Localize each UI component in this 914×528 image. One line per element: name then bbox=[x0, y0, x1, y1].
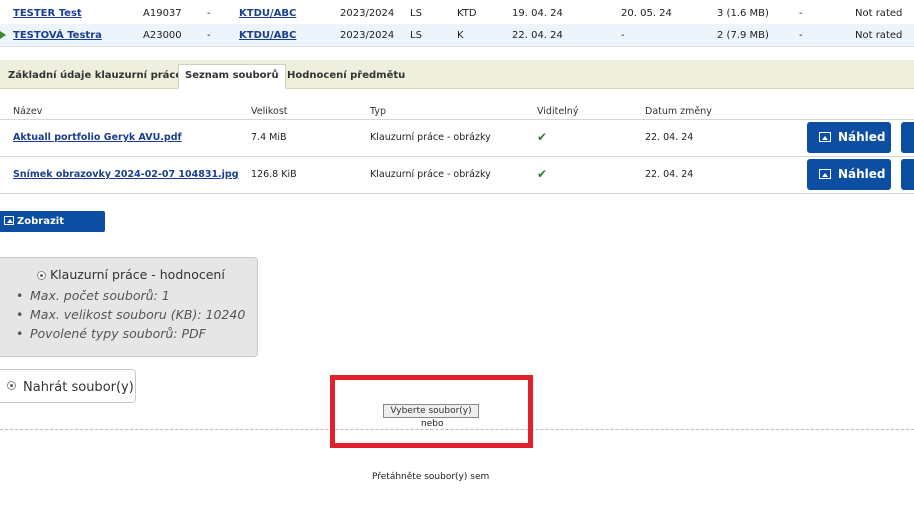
more-button[interactable] bbox=[901, 159, 914, 190]
upload-rules-box: Klauzurní práce - hodnocení Max. počet s… bbox=[0, 257, 258, 357]
rating-status: Not rated bbox=[855, 8, 903, 19]
rating-status: Not rated bbox=[855, 30, 903, 41]
subject-link[interactable]: KTDU/ABC bbox=[239, 8, 296, 19]
student-row-selected[interactable]: TESTOVÁ Testra A23000 - KTDU/ABC 2023/20… bbox=[0, 24, 914, 47]
rules-title: Klauzurní práce - hodnocení bbox=[37, 267, 225, 282]
show-images-button[interactable]: Zobrazit obrázky bbox=[0, 211, 105, 248]
file-date: 22. 04. 24 bbox=[645, 169, 694, 180]
upload-files-button[interactable]: Nahrát soubor(y) bbox=[0, 369, 136, 403]
image-icon bbox=[4, 215, 14, 225]
tab-basic-info[interactable]: Základní údaje klauzurní práce bbox=[2, 65, 188, 87]
file-type: Klauzurní práce - obrázky bbox=[370, 169, 491, 180]
divider bbox=[0, 156, 914, 157]
tab-file-list[interactable]: Seznam souborů bbox=[178, 64, 286, 89]
radio-icon bbox=[7, 381, 16, 390]
preview-button-label: Náhled bbox=[838, 130, 886, 144]
file-name-link[interactable]: Snímek obrazovky 2024-02-07 104831.jpg bbox=[13, 169, 239, 180]
semester: LS bbox=[410, 8, 422, 19]
student-name-link[interactable]: TESTOVÁ Testra bbox=[13, 30, 102, 41]
rules-title-text: Klauzurní práce - hodnocení bbox=[49, 267, 225, 282]
date-modified: 20. 05. 24 bbox=[621, 8, 672, 19]
dash-cell: - bbox=[207, 8, 211, 19]
file-count: 3 (1.6 MB) bbox=[717, 8, 769, 19]
rule-allowed-types: Povolené typy souborů: PDF bbox=[16, 326, 206, 341]
student-id: A19037 bbox=[143, 8, 182, 19]
date-modified: - bbox=[621, 30, 625, 41]
divider bbox=[0, 119, 914, 120]
highlight-box bbox=[330, 375, 533, 448]
tab-course-evaluation[interactable]: Hodnocení předmětu bbox=[281, 65, 411, 87]
radio-icon bbox=[37, 271, 46, 280]
drop-zone-label[interactable]: Přetáhněte soubor(y) sem bbox=[372, 472, 489, 482]
upload-files-label: Nahrát soubor(y) bbox=[23, 380, 134, 395]
student-row[interactable]: TESTER Test A19037 - KTDU/ABC 2023/2024 … bbox=[0, 2, 914, 25]
dash-cell: - bbox=[799, 8, 803, 19]
student-name-link[interactable]: TESTER Test bbox=[13, 8, 82, 19]
work-type: K bbox=[457, 30, 464, 41]
subject-link[interactable]: KTDU/ABC bbox=[239, 30, 296, 41]
file-size: 126.8 KiB bbox=[251, 169, 297, 180]
column-header-visible: Viditelný bbox=[537, 106, 579, 117]
student-id: A23000 bbox=[143, 30, 182, 41]
file-size: 7.4 MiB bbox=[251, 132, 287, 143]
date-submitted: 19. 04. 24 bbox=[512, 8, 563, 19]
academic-year: 2023/2024 bbox=[340, 30, 395, 41]
semester: LS bbox=[410, 30, 422, 41]
preview-button[interactable]: Náhled bbox=[807, 122, 891, 153]
selected-arrow-icon bbox=[0, 31, 6, 39]
academic-year: 2023/2024 bbox=[340, 8, 395, 19]
preview-button[interactable]: Náhled bbox=[807, 159, 891, 190]
image-icon bbox=[819, 168, 831, 179]
divider bbox=[0, 193, 914, 194]
file-date: 22. 04. 24 bbox=[645, 132, 694, 143]
column-header-type: Typ bbox=[370, 106, 386, 117]
file-type: Klauzurní práce - obrázky bbox=[370, 132, 491, 143]
rule-max-size: Max. velikost souboru (KB): 10240 bbox=[16, 307, 245, 322]
column-header-name: Název bbox=[13, 106, 43, 117]
file-count: 2 (7.9 MB) bbox=[717, 30, 769, 41]
work-type: KTD bbox=[457, 8, 477, 19]
image-icon bbox=[819, 131, 831, 142]
preview-button-label: Náhled bbox=[838, 167, 886, 181]
dash-cell: - bbox=[207, 30, 211, 41]
column-header-date: Datum změny bbox=[645, 106, 712, 117]
more-button[interactable] bbox=[901, 122, 914, 153]
rule-max-files: Max. počet souborů: 1 bbox=[16, 288, 170, 303]
tab-bar: Základní údaje klauzurní práce Seznam so… bbox=[0, 60, 914, 89]
checkmark-icon: ✔ bbox=[537, 130, 548, 144]
date-submitted: 22. 04. 24 bbox=[512, 30, 563, 41]
file-name-link[interactable]: Aktuall portfolio Geryk AVU.pdf bbox=[13, 132, 182, 143]
dash-cell: - bbox=[799, 30, 803, 41]
checkmark-icon: ✔ bbox=[537, 167, 548, 181]
column-header-size: Velikost bbox=[251, 106, 288, 117]
